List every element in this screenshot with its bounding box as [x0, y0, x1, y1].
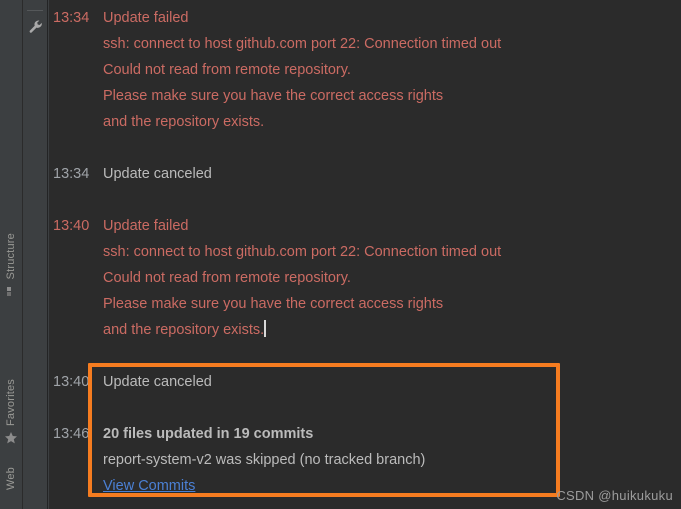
console-gutter: [22, 0, 48, 509]
version-control-console[interactable]: 13:34 Update failed ssh: connect to host…: [48, 0, 681, 509]
sidebar-item-favorites[interactable]: Favorites: [0, 378, 22, 445]
sidebar-item-label: Favorites: [4, 379, 17, 427]
timestamp: 13:46: [53, 426, 90, 442]
view-commits-link[interactable]: View Commits: [103, 478, 195, 494]
message: Please make sure you have the correct ac…: [103, 296, 444, 312]
log-detail-line: and the repository exists.: [48, 317, 681, 343]
sidebar-item-web[interactable]: Web: [0, 466, 22, 491]
log-entry: 13:40 Update failed ssh: connect to host…: [48, 213, 681, 343]
message: Update canceled: [103, 166, 212, 182]
log-entry-header: 13:40 Update failed: [48, 213, 681, 239]
message-with-caret: and the repository exists.: [96, 317, 267, 343]
log-spacer: [48, 395, 681, 421]
message: Could not read from remote repository.: [103, 270, 351, 286]
wrench-icon[interactable]: [27, 18, 44, 35]
log-spacer: [48, 343, 681, 369]
sidebar-item-label: Structure: [4, 233, 17, 280]
timestamp: 13:34: [53, 10, 90, 26]
log-entry-header: 13:34 Update canceled: [48, 161, 681, 187]
log-detail-line: ssh: connect to host github.com port 22:…: [48, 239, 681, 265]
timestamp: 13:34: [53, 166, 90, 182]
log-spacer: [48, 135, 681, 161]
log-entry: 13:34 Update canceled: [48, 161, 681, 187]
message: Update canceled: [103, 374, 212, 390]
watermark: CSDN @huikukuku: [556, 488, 673, 503]
log-content: 13:34 Update failed ssh: connect to host…: [48, 0, 681, 499]
message: Update failed: [103, 218, 189, 234]
message: ssh: connect to host github.com port 22:…: [103, 244, 502, 260]
message: ssh: connect to host github.com port 22:…: [103, 36, 502, 52]
tool-window-bar: Structure Favorites Web: [0, 0, 22, 509]
log-detail-line: Could not read from remote repository.: [48, 265, 681, 291]
log-spacer: [48, 187, 681, 213]
message: Update failed: [103, 10, 189, 26]
message: Please make sure you have the correct ac…: [103, 88, 444, 104]
log-detail-line: and the repository exists.: [48, 109, 681, 135]
log-entry: 13:34 Update failed ssh: connect to host…: [48, 5, 681, 135]
star-icon: [4, 431, 18, 445]
log-entry-header: 13:46 20 files updated in 19 commits: [48, 421, 681, 447]
log-entry-header: 13:40 Update canceled: [48, 369, 681, 395]
message: 20 files updated in 19 commits: [103, 426, 314, 442]
log-detail-line: Please make sure you have the correct ac…: [48, 291, 681, 317]
text-caret: [264, 320, 267, 337]
log-detail-line: Please make sure you have the correct ac…: [48, 83, 681, 109]
message: and the repository exists.: [103, 322, 265, 338]
message: Could not read from remote repository.: [103, 62, 351, 78]
structure-icon: [4, 284, 18, 298]
log-entry-header: 13:34 Update failed: [48, 5, 681, 31]
log-detail-line: Could not read from remote repository.: [48, 57, 681, 83]
ide-window: Structure Favorites Web 13:34 Update fai…: [0, 0, 681, 509]
log-detail-line: report-system-v2 was skipped (no tracked…: [48, 447, 681, 473]
message: report-system-v2 was skipped (no tracked…: [103, 452, 426, 468]
sidebar-item-label: Web: [4, 467, 17, 491]
log-detail-line: ssh: connect to host github.com port 22:…: [48, 31, 681, 57]
timestamp: 13:40: [53, 218, 90, 234]
gutter-divider: [27, 10, 43, 11]
sidebar-item-structure[interactable]: Structure: [0, 232, 22, 298]
timestamp: 13:40: [53, 374, 90, 390]
message: and the repository exists.: [103, 114, 265, 130]
log-entry: 13:40 Update canceled: [48, 369, 681, 395]
